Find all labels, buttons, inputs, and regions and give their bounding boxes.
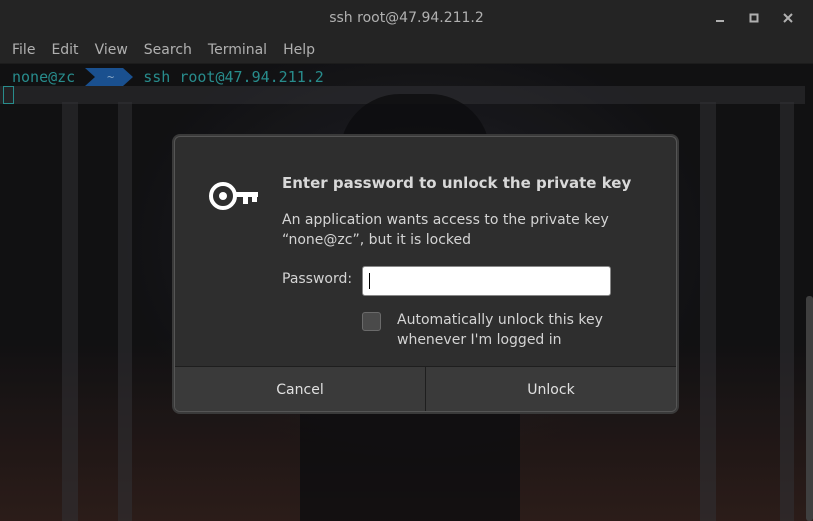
auto-unlock-label[interactable]: Automatically unlock this key whenever I… bbox=[397, 310, 637, 350]
dialog-message-line: “none@zc”, but it is locked bbox=[282, 232, 472, 248]
checkbox-label-line: whenever I'm logged in bbox=[397, 332, 562, 348]
dialog-message-line: An application wants access to the priva… bbox=[282, 212, 609, 228]
password-input[interactable] bbox=[362, 266, 611, 296]
cancel-button[interactable]: Cancel bbox=[175, 367, 425, 411]
key-icon bbox=[209, 182, 258, 210]
password-label: Password: bbox=[282, 271, 353, 287]
dialog-title: Enter password to unlock the private key bbox=[282, 174, 632, 192]
checkbox-label-line: Automatically unlock this key bbox=[397, 312, 603, 328]
unlock-key-dialog: Enter password to unlock the private key… bbox=[174, 136, 677, 412]
auto-unlock-checkbox[interactable] bbox=[362, 312, 381, 331]
dialog-button-row: Cancel Unlock bbox=[175, 366, 676, 411]
dialog-message: An application wants access to the priva… bbox=[282, 210, 612, 250]
text-caret bbox=[369, 273, 370, 289]
unlock-button[interactable]: Unlock bbox=[425, 367, 676, 411]
